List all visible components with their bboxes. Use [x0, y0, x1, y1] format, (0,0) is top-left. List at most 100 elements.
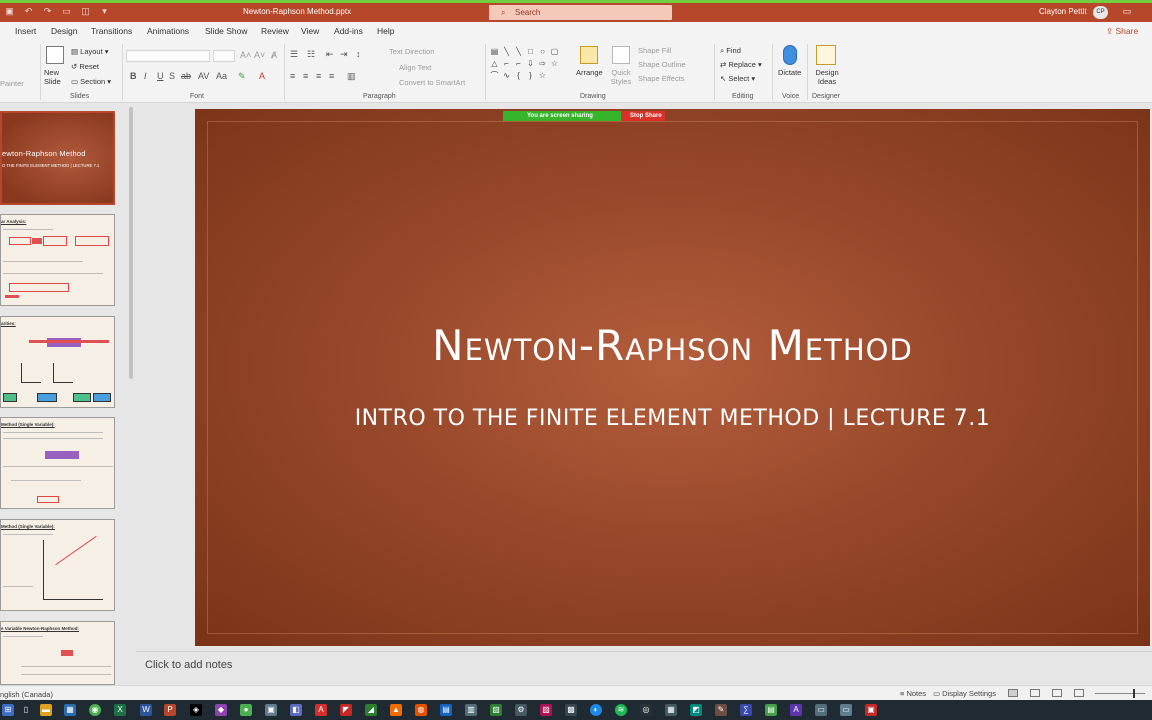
shadow-icon[interactable]: S [169, 71, 175, 81]
app-icon[interactable]: ▧ [490, 704, 502, 716]
acrobat-icon[interactable]: A [315, 704, 327, 716]
thumbnail-scrollbar[interactable] [127, 103, 135, 685]
app-icon[interactable]: ● [240, 704, 252, 716]
chrome-icon[interactable]: ◉ [89, 704, 101, 716]
indent-icon[interactable]: ⇤ [326, 49, 334, 60]
reading-view-icon[interactable] [1052, 689, 1062, 697]
steam-icon[interactable]: ◎ [640, 704, 652, 716]
customize-qat-icon[interactable]: ▾ [99, 6, 110, 17]
app-icon[interactable]: ▦ [665, 704, 677, 716]
shape-outline-button[interactable]: Shape Outline [638, 60, 686, 69]
textbox-shape-icon[interactable]: ▤ [489, 46, 500, 57]
settings-icon[interactable]: ⚙ [515, 704, 527, 716]
restore-icon[interactable]: ▭ [1121, 5, 1133, 17]
task-view-icon[interactable]: ▯ [20, 704, 32, 716]
tab-review[interactable]: Review [261, 26, 289, 36]
file-explorer-icon[interactable]: ▬ [40, 704, 52, 716]
align-right-icon[interactable]: ≡ [316, 71, 321, 81]
tab-design[interactable]: Design [51, 26, 77, 36]
start-icon[interactable]: ⊞ [2, 704, 14, 716]
app-icon[interactable]: ▲ [390, 704, 402, 716]
font-color-icon[interactable]: A [259, 71, 265, 81]
arrow-shape-icon[interactable]: ⇩ [525, 58, 536, 69]
connector-shape-icon[interactable]: ⌐ [513, 58, 524, 69]
slide-sorter-icon[interactable] [1030, 689, 1040, 697]
app-icon[interactable]: ▣ [265, 704, 277, 716]
curve-shape-icon[interactable]: ⌒ [489, 70, 500, 81]
notes-button[interactable]: ≡ Notes [900, 689, 926, 698]
store-icon[interactable]: ▦ [64, 704, 76, 716]
app-icon[interactable]: ◢ [365, 704, 377, 716]
columns-icon[interactable]: ▥ [347, 71, 356, 82]
align-text-button[interactable]: Align Text [399, 63, 431, 72]
slide-title[interactable]: Newton-Raphson Method [195, 321, 1150, 370]
highlight-icon[interactable]: ✎ [238, 71, 246, 82]
stop-share-button[interactable]: Stop Share [621, 111, 665, 121]
shape-fill-button[interactable]: Shape Fill [638, 46, 671, 55]
app-icon[interactable]: ◍ [415, 704, 427, 716]
text-direction-button[interactable]: Text Direction [389, 47, 434, 56]
app-icon[interactable]: ◧ [290, 704, 302, 716]
tab-insert[interactable]: Insert [15, 26, 36, 36]
select-button[interactable]: ↖ Select ▾ [720, 74, 755, 83]
app-icon[interactable]: ◤ [340, 704, 352, 716]
excel-icon[interactable]: X [114, 704, 126, 716]
slide-thumbnail-5[interactable]: Method (Single Variable): [0, 519, 115, 611]
shapes-gallery[interactable]: ▤ ╲ ╲ □ ○ ▢ △ ⌐ ⌐ ⇩ ⇨ ☆ ⌒ ∿{} ☆ [489, 46, 573, 88]
justify-icon[interactable]: ≡ [329, 71, 334, 81]
slide-subtitle[interactable]: INTRO TO THE FINITE ELEMENT METHOD | LEC… [195, 406, 1150, 431]
italic-icon[interactable]: I [144, 71, 147, 81]
app-icon[interactable]: ◈ [190, 704, 202, 716]
zoom-slider[interactable] [1095, 693, 1145, 694]
slide-thumbnail-1[interactable]: ewton-Raphson Method O THE FINITE ELEMEN… [0, 111, 115, 205]
arrange-button[interactable]: Arrange [576, 68, 603, 77]
app-icon[interactable]: ▥ [465, 704, 477, 716]
notes-pane[interactable]: Click to add notes [136, 651, 1152, 685]
start-from-beginning-icon[interactable]: ▭ [61, 6, 72, 17]
arrange-icon[interactable] [580, 46, 598, 64]
shape-effects-button[interactable]: Shape Effects [638, 74, 685, 83]
app-icon[interactable]: ◩ [690, 704, 702, 716]
undo-icon[interactable]: ↶ [23, 6, 34, 17]
app-icon[interactable]: ◆ [215, 704, 227, 716]
tab-animations[interactable]: Animations [147, 26, 189, 36]
dictate-button[interactable]: Dictate [778, 68, 801, 77]
app-icon[interactable]: ✎ [715, 704, 727, 716]
numbering-icon[interactable]: ☷ [307, 49, 315, 60]
spotify-icon[interactable]: ≋ [615, 704, 627, 716]
font-name-input[interactable] [126, 50, 210, 62]
zoom-slider-knob[interactable] [1133, 689, 1135, 698]
reset-button[interactable]: ↺ Reset [71, 62, 99, 71]
slide-thumbnail-4[interactable]: Method (Single Variable): [0, 417, 115, 509]
bold-icon[interactable]: B [130, 71, 137, 81]
microphone-icon[interactable] [783, 45, 797, 65]
app-icon[interactable]: ▤ [765, 704, 777, 716]
app-icon[interactable]: ▭ [840, 704, 852, 716]
rectangle-shape-icon[interactable]: □ [525, 46, 536, 57]
word-icon[interactable]: W [140, 704, 152, 716]
share-button[interactable]: ⇪ Share [1106, 26, 1138, 37]
new-slide-icon[interactable] [46, 46, 64, 64]
new-slide-button[interactable]: New Slide [44, 68, 68, 86]
app-icon[interactable]: ▣ [865, 704, 877, 716]
tab-view[interactable]: View [301, 26, 319, 36]
app-icon[interactable]: ▤ [440, 704, 452, 716]
design-ideas-button[interactable]: Design Ideas [812, 68, 842, 86]
triangle-shape-icon[interactable]: △ [489, 58, 500, 69]
avatar[interactable]: CP [1093, 6, 1108, 19]
slide-thumbnail-6[interactable]: e Variable Newton-Raphson Method: [0, 621, 115, 685]
section-button[interactable]: ▭ Section ▾ [71, 77, 111, 86]
slide-thumbnail-2[interactable]: ar Analysis: [0, 214, 115, 306]
oval-shape-icon[interactable]: ○ [537, 46, 548, 57]
curve-shape-icon[interactable]: ∿ [501, 70, 512, 81]
replace-button[interactable]: ⇄ Replace ▾ [720, 60, 762, 69]
line-shape-icon[interactable]: ╲ [513, 46, 524, 57]
smartart-button[interactable]: Convert to SmartArt [399, 78, 465, 87]
save-icon[interactable]: ▣ [4, 6, 15, 17]
arrow-shape-icon[interactable]: ⇨ [537, 58, 548, 69]
strikethrough-icon[interactable]: ab [181, 71, 191, 81]
app-icon[interactable]: ▩ [565, 704, 577, 716]
tab-add-ins[interactable]: Add-ins [334, 26, 363, 36]
zoom-icon[interactable]: ◐ [590, 704, 602, 716]
font-size-input[interactable] [213, 50, 235, 62]
